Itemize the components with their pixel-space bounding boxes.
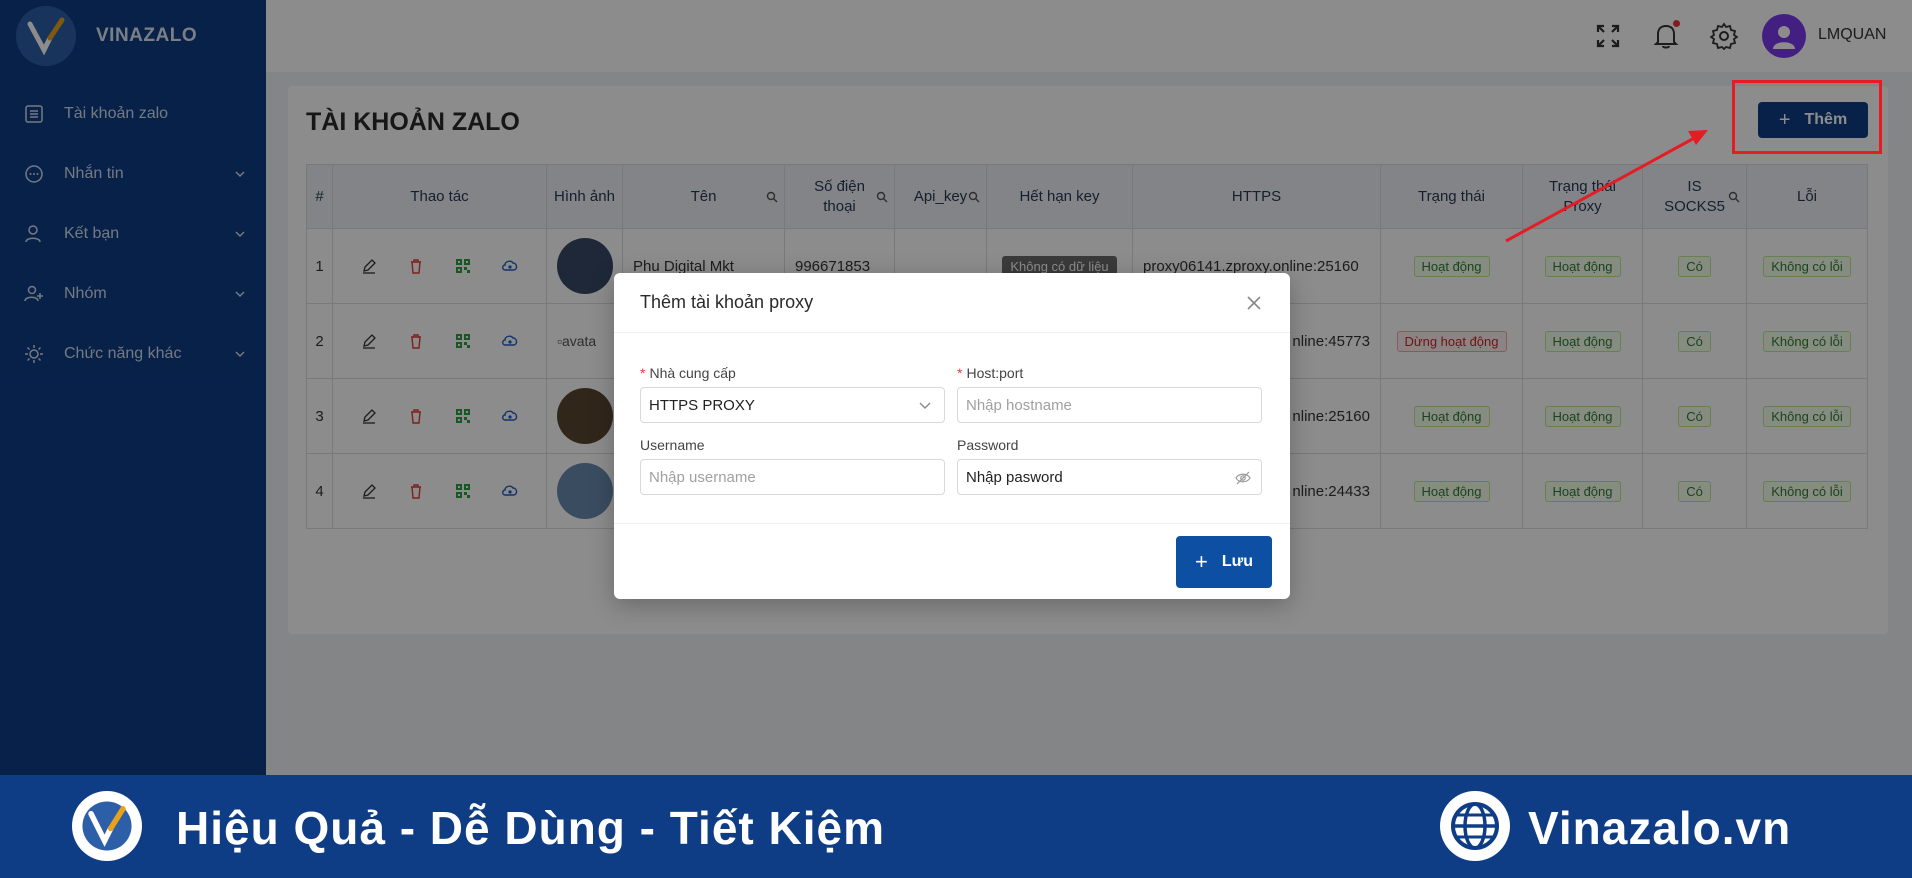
username-input-placeholder: Nhập username [649,468,756,486]
host-field: * Host:port Nhập hostname [957,365,1262,423]
modal-footer: + Lưu [614,523,1290,599]
banner-site: Vinazalo.vn [1528,802,1792,854]
password-input[interactable]: Nhập pasword [957,459,1262,495]
password-label: Password [957,437,1019,453]
username-label: Username [640,437,705,453]
host-label-text: Host:port [966,365,1024,381]
provider-label-text: Nhà cung cấp [649,365,736,381]
username-input[interactable]: Nhập username [640,459,945,495]
host-input[interactable]: Nhập hostname [957,387,1262,423]
globe-icon [1440,791,1510,861]
modal-header: Thêm tài khoản proxy [614,273,1290,333]
password-input-value: Nhập pasword [966,468,1063,486]
host-input-placeholder: Nhập hostname [966,396,1072,414]
add-proxy-modal: Thêm tài khoản proxy * Nhà cung cấp HTTPS… [614,273,1290,599]
promo-banner: Hiệu Quả - Dễ Dùng - Tiết Kiệm Vinazalo.… [0,775,1912,878]
modal-title: Thêm tài khoản proxy [640,292,814,312]
close-icon[interactable] [1244,293,1264,313]
required-mark: * [640,365,646,381]
provider-select-value: HTTPS PROXY [649,396,755,414]
required-mark: * [957,365,963,381]
host-label: * Host:port [957,365,1262,381]
plus-icon: + [1195,549,1208,574]
banner-slogan: Hiệu Quả - Dễ Dùng - Tiết Kiệm [176,802,885,854]
password-field: Password Nhập pasword [957,437,1262,495]
eye-invisible-icon[interactable] [1235,470,1251,486]
username-field: Username Nhập username [640,437,945,495]
provider-select[interactable]: HTTPS PROXY [640,387,945,423]
save-button-label: Lưu [1221,553,1253,570]
provider-field: * Nhà cung cấp HTTPS PROXY [640,365,945,423]
provider-label: * Nhà cung cấp [640,365,945,381]
banner-logo-icon [72,791,142,861]
chevron-down-icon [919,402,931,409]
save-button[interactable]: + Lưu [1176,536,1272,588]
annotation-highlight-box [1732,80,1882,154]
